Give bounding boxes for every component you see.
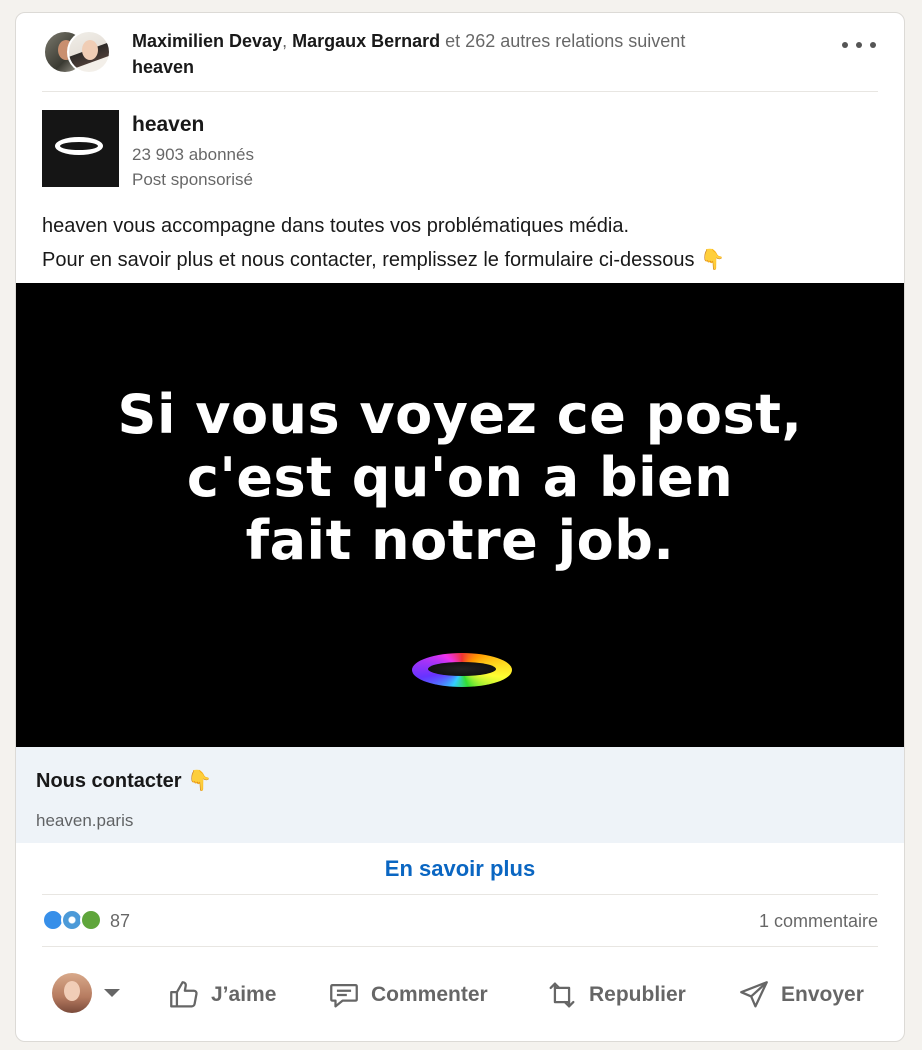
like-icon: [170, 981, 198, 1008]
cta-title: Nous contacter 👇: [36, 770, 213, 792]
post-commentary: heaven vous accompagne dans toutes vos p…: [42, 209, 882, 277]
connection-avatars[interactable]: [43, 30, 117, 76]
headline-line: fait notre job.: [245, 509, 675, 572]
connection-name-link[interactable]: Margaux Bernard: [292, 31, 440, 51]
actor-name[interactable]: heaven: [132, 110, 204, 140]
sponsored-label: Post sponsorisé: [132, 170, 253, 189]
like-label: J’aime: [211, 983, 277, 1006]
cta-domain: heaven.paris: [36, 811, 134, 830]
repost-button[interactable]: Republier: [545, 973, 686, 1017]
like-button[interactable]: J’aime: [167, 973, 276, 1017]
connection-name-link[interactable]: Maximilien Devay: [132, 31, 282, 51]
send-label: Envoyer: [781, 983, 864, 1006]
divider: [42, 946, 878, 947]
send-icon: [740, 981, 768, 1008]
actor-block: heaven 23 903 abonnés Post sponsorisé: [42, 110, 642, 190]
post-text-line: Pour en savoir plus et nous contacter, r…: [42, 249, 725, 271]
avatar[interactable]: [52, 973, 92, 1013]
social-context-text: Maximilien Devay, Margaux Bernard et 262…: [132, 28, 772, 80]
send-button[interactable]: Envoyer: [737, 973, 864, 1017]
image-headline: Si vous voyez ce post, c'est qu'on a bie…: [16, 383, 904, 572]
reaction-icons[interactable]: [42, 909, 108, 933]
cta-panel[interactable]: Nous contacter 👇 heaven.paris: [16, 747, 904, 843]
comment-count[interactable]: 1 commentaire: [759, 909, 878, 933]
celebrate-reaction-icon: [80, 909, 102, 931]
repost-label: Republier: [589, 983, 686, 1006]
divider: [42, 894, 878, 895]
company-link[interactable]: heaven: [132, 57, 194, 77]
avatar: [67, 30, 111, 74]
halo-logo-graphic: [412, 653, 512, 687]
comment-icon: [330, 983, 358, 1008]
social-context-header: Maximilien Devay, Margaux Bernard et 262…: [16, 13, 904, 91]
repost-icon: [549, 982, 575, 1008]
divider: [42, 91, 878, 92]
caret-down-icon[interactable]: [104, 989, 120, 997]
social-counts: 87 1 commentaire: [42, 906, 878, 936]
post-text-line: heaven vous accompagne dans toutes vos p…: [42, 215, 630, 237]
reaction-count[interactable]: 87: [110, 909, 130, 933]
name-separator: ,: [282, 31, 288, 51]
headline-line: Si vous voyez ce post,: [117, 383, 803, 446]
comment-label: Commenter: [371, 983, 488, 1006]
follower-count: 23 903 abonnés: [132, 145, 254, 164]
feed-post-card: Maximilien Devay, Margaux Bernard et 262…: [15, 12, 905, 1042]
learn-more-button[interactable]: En savoir plus: [16, 843, 904, 895]
more-icon[interactable]: [842, 35, 876, 55]
headline-line: c'est qu'on a bien: [186, 446, 734, 509]
company-logo[interactable]: [42, 110, 119, 187]
sponsored-image[interactable]: Si vous voyez ce post, c'est qu'on a bie…: [16, 283, 904, 747]
social-action-bar: J’aime Commenter Republier Envoyer: [42, 961, 878, 1029]
comment-button[interactable]: Commenter: [327, 973, 488, 1017]
social-context-suffix: et 262 autres relations suivent: [445, 31, 686, 51]
